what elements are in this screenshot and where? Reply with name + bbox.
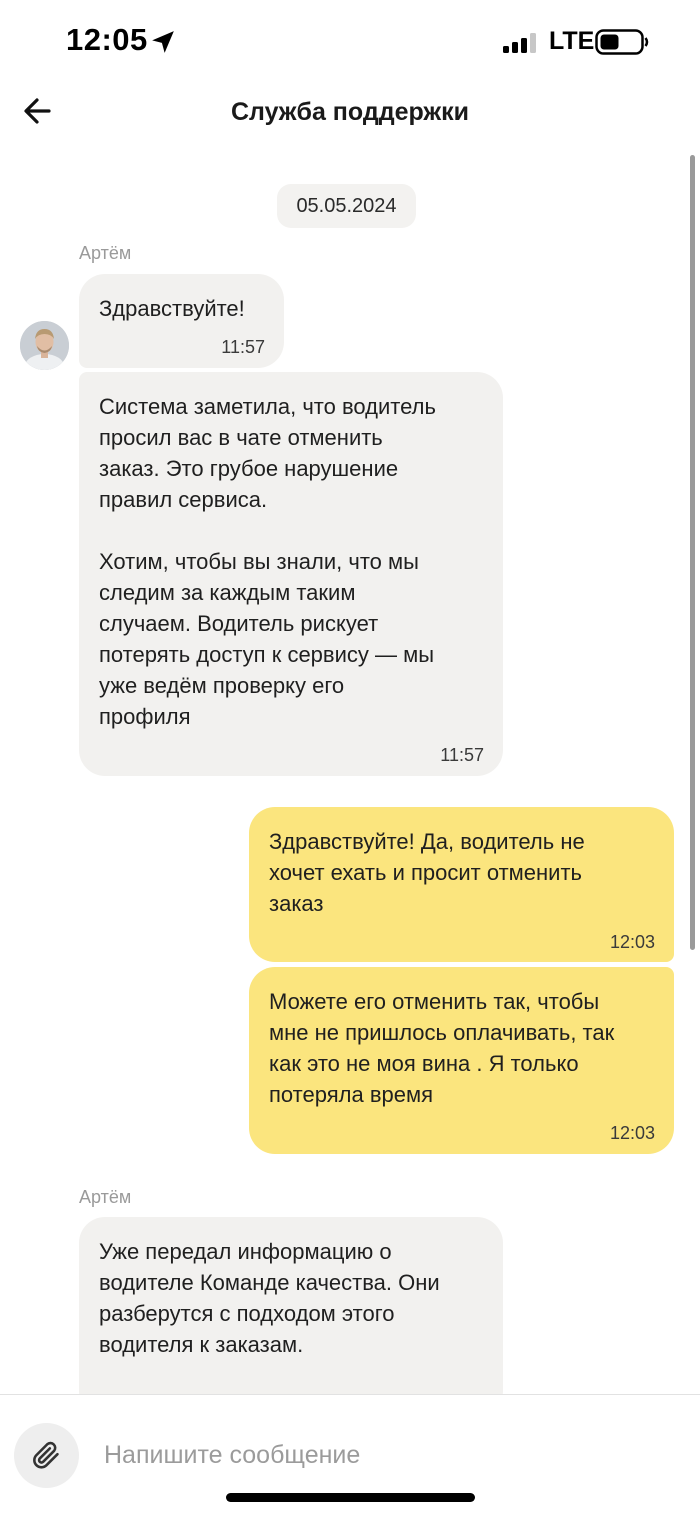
attach-button[interactable] bbox=[14, 1423, 79, 1488]
message-text: Система заметила, что водитель просил ва… bbox=[99, 394, 436, 729]
home-indicator[interactable] bbox=[226, 1493, 475, 1502]
message-bubble-outgoing[interactable]: Здравствуйте! Да, водитель не хочет ехат… bbox=[249, 807, 674, 962]
status-time: 12:05 bbox=[66, 22, 148, 57]
message-time: 12:03 bbox=[609, 1123, 655, 1143]
message-input[interactable] bbox=[104, 1433, 664, 1477]
message-bubble-incoming[interactable]: Система заметила, что водитель просил ва… bbox=[79, 372, 503, 776]
message-time: 12:03 bbox=[609, 932, 655, 952]
message-text: Здравствуйте! bbox=[99, 296, 245, 321]
paperclip-icon bbox=[33, 1441, 59, 1469]
network-type-label: LTE bbox=[549, 27, 595, 55]
avatar-image bbox=[20, 321, 69, 370]
message-text: Здравствуйте! Да, водитель не хочет ехат… bbox=[269, 829, 585, 916]
cellular-signal-icon bbox=[503, 33, 536, 53]
message-bubble-incoming[interactable]: Здравствуйте! 11:57 bbox=[79, 274, 284, 368]
message-bubble-outgoing[interactable]: Можете его отменить так, чтобы мне не пр… bbox=[249, 967, 674, 1154]
message-time: 11:57 bbox=[221, 337, 265, 357]
message-text: Уже передал информацию о водителе Команд… bbox=[99, 1239, 440, 1357]
sender-name: Артём bbox=[79, 1187, 132, 1207]
chat-header: Служба поддержки bbox=[0, 80, 700, 150]
avatar[interactable] bbox=[20, 321, 69, 370]
message-text: Можете его отменить так, чтобы мне не пр… bbox=[269, 989, 615, 1107]
message-time: 11:57 bbox=[440, 745, 484, 765]
message-bubble-incoming[interactable]: Уже передал информацию о водителе Команд… bbox=[79, 1217, 503, 1417]
location-arrow-icon bbox=[152, 31, 174, 53]
battery-icon bbox=[595, 29, 649, 55]
status-bar: 12:05 LTE bbox=[0, 0, 700, 80]
date-separator: 05.05.2024 bbox=[277, 184, 416, 228]
chat-scrollbar[interactable] bbox=[690, 155, 695, 950]
message-composer bbox=[0, 1394, 700, 1515]
sender-name: Артём bbox=[79, 243, 132, 263]
page-title: Служба поддержки bbox=[230, 98, 470, 126]
